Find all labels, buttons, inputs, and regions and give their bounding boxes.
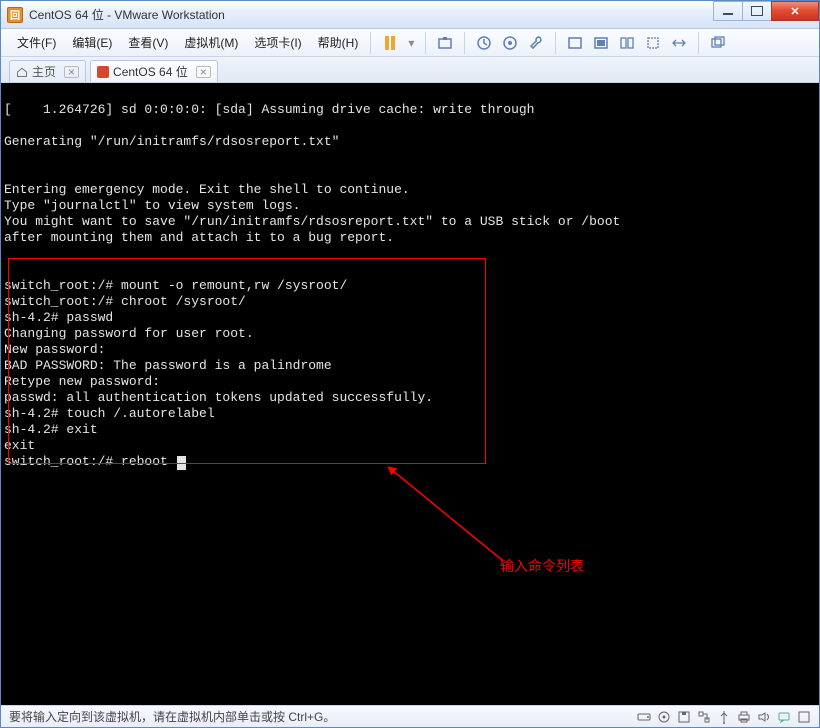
tab-vm[interactable]: CentOS 64 位 × (90, 60, 218, 82)
tile-button[interactable] (616, 32, 638, 54)
app-icon: 回 (7, 7, 23, 23)
menu-view[interactable]: 查看(V) (120, 30, 176, 55)
cycle-icon (710, 35, 726, 51)
separator (425, 32, 426, 54)
menu-help[interactable]: 帮助(H) (310, 30, 367, 55)
close-button[interactable] (771, 1, 819, 21)
fit-icon (645, 35, 661, 51)
tabstrip: 主页 × CentOS 64 位 × (1, 57, 819, 83)
clock-icon (502, 35, 518, 51)
message-icon[interactable] (777, 710, 791, 724)
sound-icon[interactable] (757, 710, 771, 724)
expand-icon[interactable] (797, 710, 811, 724)
revert-button[interactable] (473, 32, 495, 54)
terminal-line: sh-4.2# passwd (4, 310, 113, 325)
snapshot-button[interactable] (434, 32, 456, 54)
terminal-line: Generating "/run/initramfs/rdsosreport.t… (4, 134, 339, 149)
minimize-button[interactable] (713, 1, 743, 21)
separator (370, 32, 371, 54)
maximize-button[interactable] (742, 1, 772, 21)
cd-icon[interactable] (657, 710, 671, 724)
menubar: 文件(F) 编辑(E) 查看(V) 虚拟机(M) 选项卡(I) 帮助(H) ▾ (1, 29, 819, 57)
terminal-line: You might want to save "/run/initramfs/r… (4, 214, 620, 229)
terminal-line: switch_root:/# reboot (4, 454, 186, 469)
terminal-line: Entering emergency mode. Exit the shell … (4, 182, 410, 197)
terminal-line: sh-4.2# exit (4, 422, 98, 437)
menu-tabs[interactable]: 选项卡(I) (246, 30, 309, 55)
statusbar-text: 要将输入定向到该虚拟机，请在虚拟机内部单击或按 Ctrl+G。 (9, 708, 335, 725)
tile-icon (619, 35, 635, 51)
cycle-button[interactable] (707, 32, 729, 54)
statusbar: 要将输入定向到该虚拟机，请在虚拟机内部单击或按 Ctrl+G。 (1, 705, 819, 727)
vm-console[interactable]: [ 1.264726] sd 0:0:0:0: [sda] Assuming d… (1, 83, 819, 705)
statusbar-icons (637, 710, 811, 724)
fullscreen-button[interactable] (564, 32, 586, 54)
window-title: CentOS 64 位 - VMware Workstation (29, 6, 225, 23)
tab-vm-close[interactable]: × (196, 66, 211, 78)
terminal-cursor (177, 456, 186, 470)
menu-edit[interactable]: 编辑(E) (64, 30, 120, 55)
terminal-line: exit (4, 438, 35, 453)
pause-button[interactable] (379, 32, 401, 54)
network-icon[interactable] (697, 710, 711, 724)
stretch-icon (671, 35, 687, 51)
floppy-icon[interactable] (677, 710, 691, 724)
terminal-line: New password: (4, 342, 105, 357)
terminal-line: [ 1.264726] sd 0:0:0:0: [sda] Assuming d… (4, 102, 535, 117)
terminal-line: switch_root:/# mount -o remount,rw /sysr… (4, 278, 347, 293)
terminal-line: Changing password for user root. (4, 326, 254, 341)
menu-file[interactable]: 文件(F) (9, 30, 64, 55)
separator (464, 32, 465, 54)
stretch-button[interactable] (668, 32, 690, 54)
hdd-icon[interactable] (637, 710, 651, 724)
unity-button[interactable] (590, 32, 612, 54)
window-controls (714, 1, 819, 21)
fullscreen-icon (567, 35, 583, 51)
terminal-line: BAD PASSWORD: The password is a palindro… (4, 358, 332, 373)
titlebar[interactable]: 回 CentOS 64 位 - VMware Workstation (1, 1, 819, 29)
wrench-button[interactable] (525, 32, 547, 54)
fit-button[interactable] (642, 32, 664, 54)
tab-vm-label: CentOS 64 位 (113, 63, 188, 80)
terminal-line: after mounting them and attach it to a b… (4, 230, 394, 245)
terminal-line: passwd: all authentication tokens update… (4, 390, 433, 405)
tab-home-close[interactable]: × (64, 66, 79, 78)
usb-icon[interactable] (717, 710, 731, 724)
snapshot-icon (437, 35, 453, 51)
clock-icon (476, 35, 492, 51)
printer-icon[interactable] (737, 710, 751, 724)
terminal-line: Type "journalctl" to view system logs. (4, 198, 300, 213)
separator (555, 32, 556, 54)
snapshot-mgr-button[interactable] (499, 32, 521, 54)
tab-home[interactable]: 主页 × (9, 60, 86, 82)
app-window: 回 CentOS 64 位 - VMware Workstation 文件(F)… (0, 0, 820, 728)
tab-home-label: 主页 (32, 63, 56, 80)
terminal-output: [ 1.264726] sd 0:0:0:0: [sda] Assuming d… (2, 84, 818, 488)
terminal-line: sh-4.2# touch /.autorelabel (4, 406, 215, 421)
vm-icon (97, 66, 109, 78)
annotation-text: 输入命令列表 (500, 556, 584, 576)
menu-vm[interactable]: 虚拟机(M) (176, 30, 246, 55)
home-icon (16, 66, 28, 78)
power-dropdown[interactable]: ▾ (405, 32, 417, 54)
terminal-line: Retype new password: (4, 374, 160, 389)
separator (698, 32, 699, 54)
toolbar: ▾ (379, 32, 729, 54)
unity-icon (593, 35, 609, 51)
terminal-line: switch_root:/# chroot /sysroot/ (4, 294, 246, 309)
wrench-icon (528, 35, 544, 51)
